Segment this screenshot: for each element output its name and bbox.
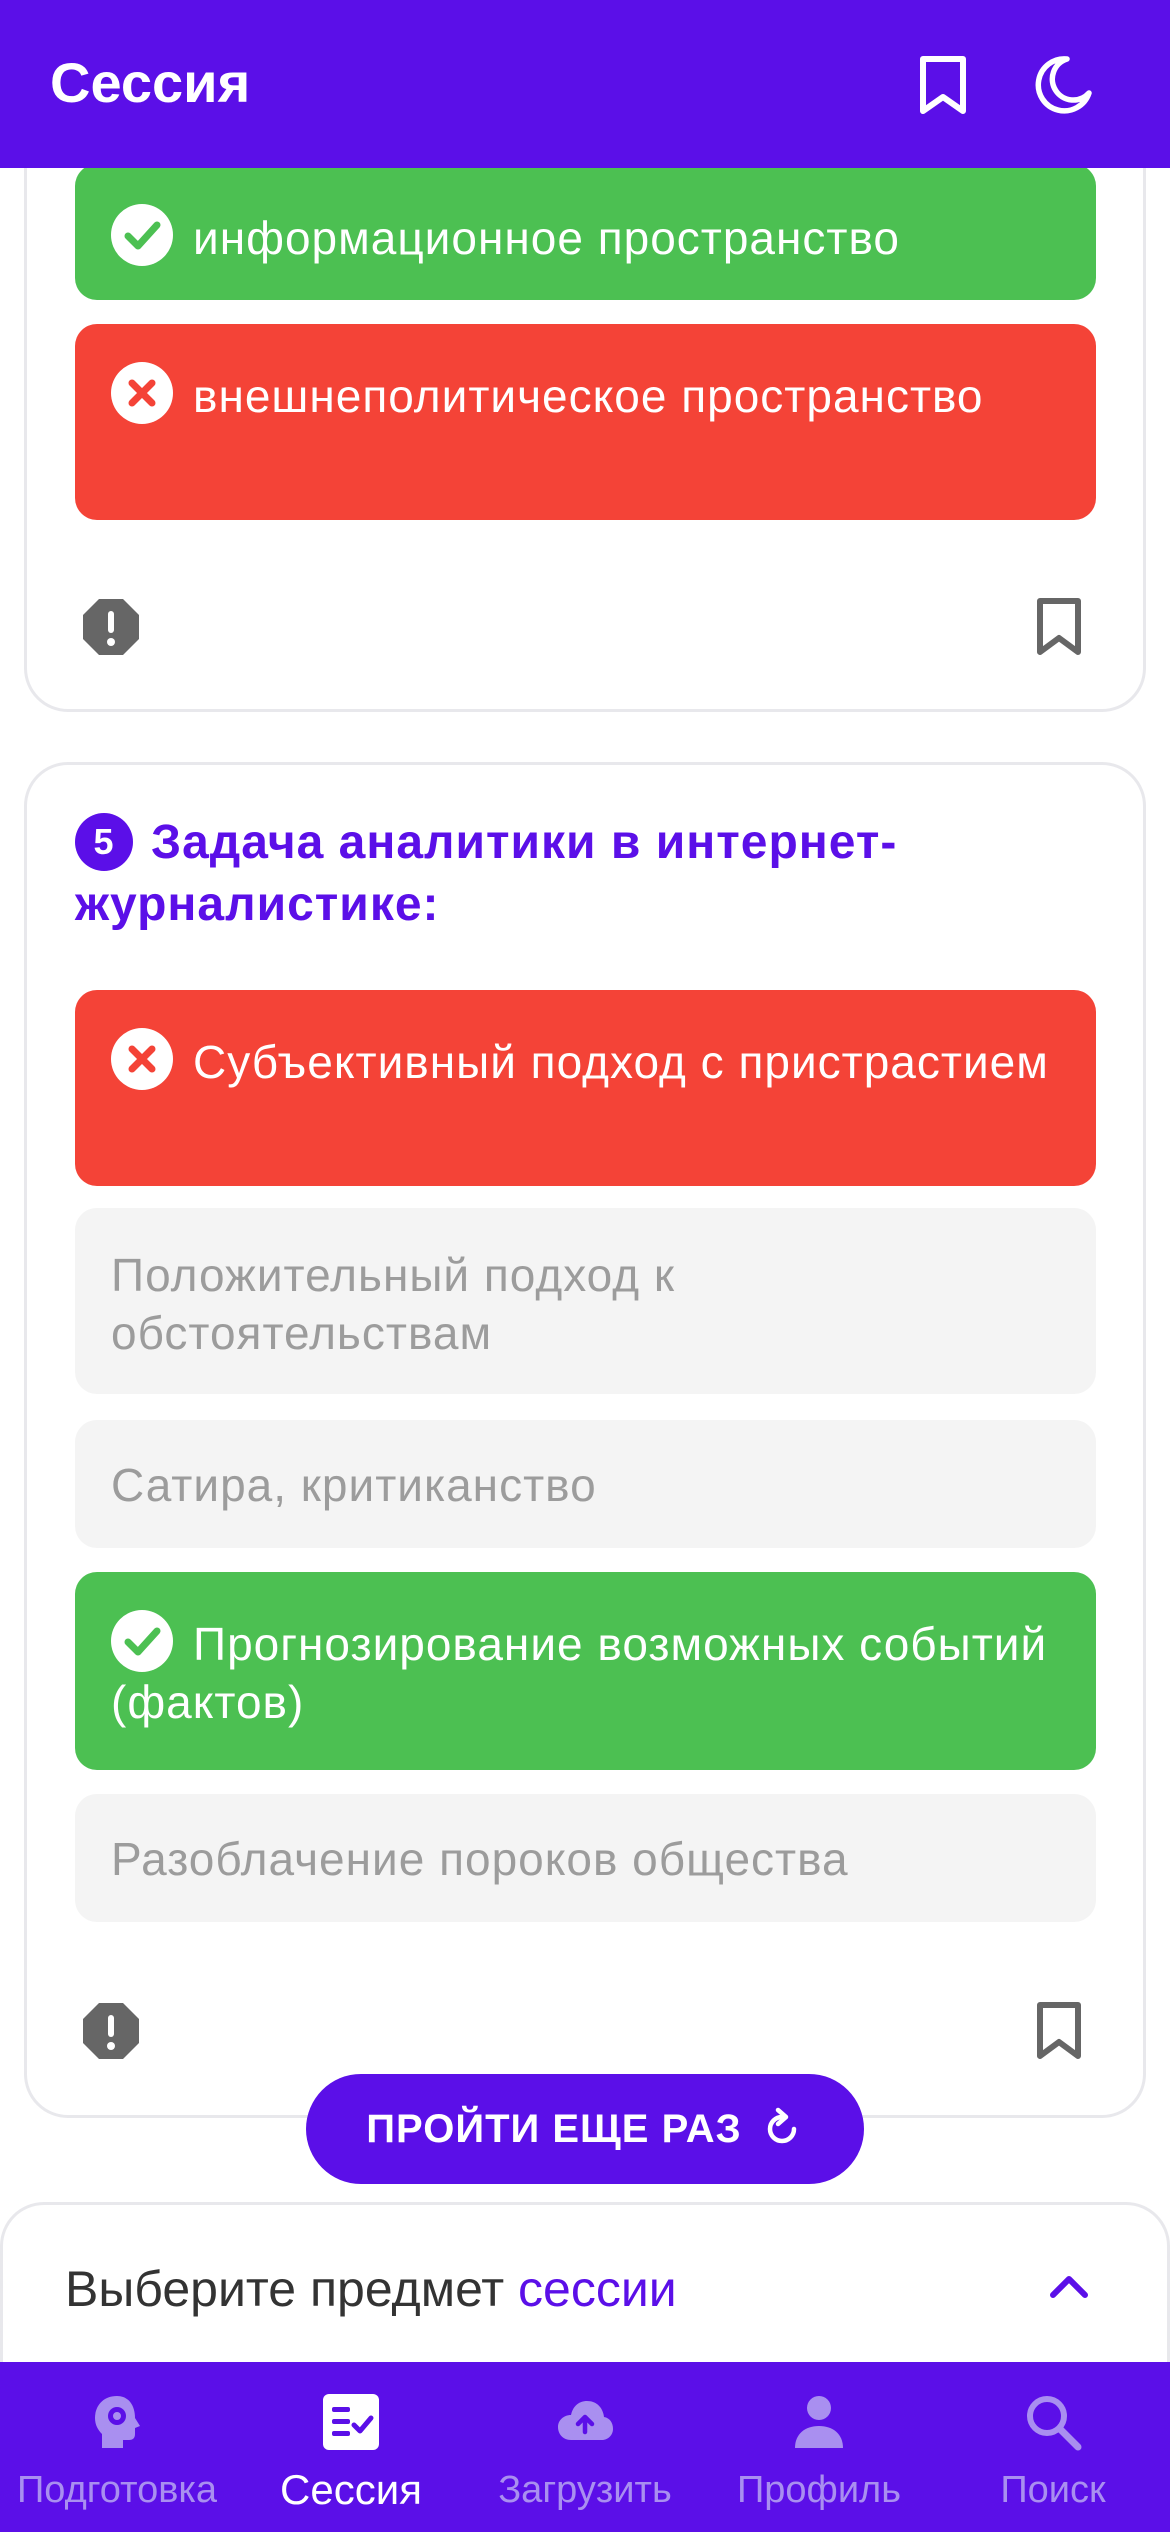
nav-label: Подготовка bbox=[16, 2469, 217, 2511]
nav-item-session[interactable]: Сессия bbox=[234, 2362, 468, 2532]
retry-button[interactable]: ПРОЙТИ ЕЩЕ РАЗ bbox=[306, 2074, 864, 2184]
answer-text: внешнеполитическое пространство bbox=[193, 370, 984, 422]
dark-mode-icon[interactable] bbox=[1028, 50, 1098, 120]
check-icon bbox=[111, 1610, 173, 1672]
answer-option-wrong[interactable]: Субъективный подход с пристрастием bbox=[75, 990, 1096, 1186]
refresh-icon bbox=[767, 2107, 796, 2144]
subject-picker[interactable]: Выберите предмет сессии bbox=[0, 2202, 1170, 2362]
answer-option-wrong[interactable]: внешнеполитическое пространство bbox=[75, 324, 1096, 520]
bottom-nav: Подготовка Сессия Загрузить Профиль Поис… bbox=[0, 2362, 1170, 2532]
person-icon bbox=[795, 2396, 843, 2448]
question-text: Задача аналитики в интернет-журналистике… bbox=[75, 816, 898, 931]
nav-label: Загрузить bbox=[498, 2469, 672, 2511]
app-header: Сессия bbox=[0, 0, 1170, 168]
bookmark-icon[interactable] bbox=[1024, 592, 1094, 662]
nav-label: Сессия bbox=[280, 2466, 422, 2513]
nav-label: Профиль bbox=[736, 2469, 902, 2511]
nav-label: Поиск bbox=[1000, 2469, 1106, 2511]
answer-option[interactable]: Разоблачение пороков общества bbox=[75, 1794, 1096, 1922]
answer-text: Разоблачение пороков общества bbox=[111, 1833, 849, 1885]
report-icon[interactable] bbox=[76, 592, 146, 662]
cross-icon bbox=[111, 362, 173, 424]
nav-item-search[interactable]: Поиск bbox=[936, 2362, 1170, 2532]
search-icon bbox=[1027, 2396, 1082, 2451]
brain-gear-icon bbox=[95, 2396, 140, 2448]
answer-text: Сатира, критиканство bbox=[111, 1459, 597, 1511]
cloud-upload-icon bbox=[558, 2401, 613, 2440]
subject-picker-label: Выберите предмет сессии bbox=[65, 2261, 677, 2317]
answer-option[interactable]: Сатира, критиканство bbox=[75, 1420, 1096, 1548]
retry-button-label: ПРОЙТИ ЕЩЕ РАЗ bbox=[366, 2106, 742, 2151]
nav-item-preparation[interactable]: Подготовка bbox=[0, 2362, 234, 2532]
answer-option-correct[interactable]: информационное пространство bbox=[75, 164, 1096, 300]
cross-icon bbox=[111, 1028, 173, 1090]
chevron-up-icon[interactable] bbox=[1039, 2257, 1099, 2317]
bookmark-icon[interactable] bbox=[1024, 1996, 1094, 2066]
check-icon bbox=[111, 204, 173, 266]
answer-option-correct[interactable]: Прогнозирование возможных событий (факто… bbox=[75, 1572, 1096, 1770]
question-number: 5 bbox=[75, 813, 133, 871]
bookmarks-icon[interactable] bbox=[908, 50, 978, 120]
question-title: 5 Задача аналитики в интернет-журналистик… bbox=[75, 812, 1075, 936]
report-icon[interactable] bbox=[76, 1996, 146, 2066]
nav-item-profile[interactable]: Профиль bbox=[702, 2362, 936, 2532]
page-title: Сессия bbox=[50, 51, 251, 114]
answer-text: Субъективный подход с пристрастием bbox=[193, 1036, 1049, 1088]
answer-text: Положительный подход к обстоятельствам bbox=[111, 1249, 676, 1359]
answer-option[interactable]: Положительный подход к обстоятельствам bbox=[75, 1208, 1096, 1394]
checklist-icon bbox=[323, 2394, 379, 2450]
answer-text: Прогнозирование возможных событий (факто… bbox=[111, 1618, 1048, 1728]
answer-text: информационное пространство bbox=[193, 212, 900, 264]
nav-item-upload[interactable]: Загрузить bbox=[468, 2362, 702, 2532]
